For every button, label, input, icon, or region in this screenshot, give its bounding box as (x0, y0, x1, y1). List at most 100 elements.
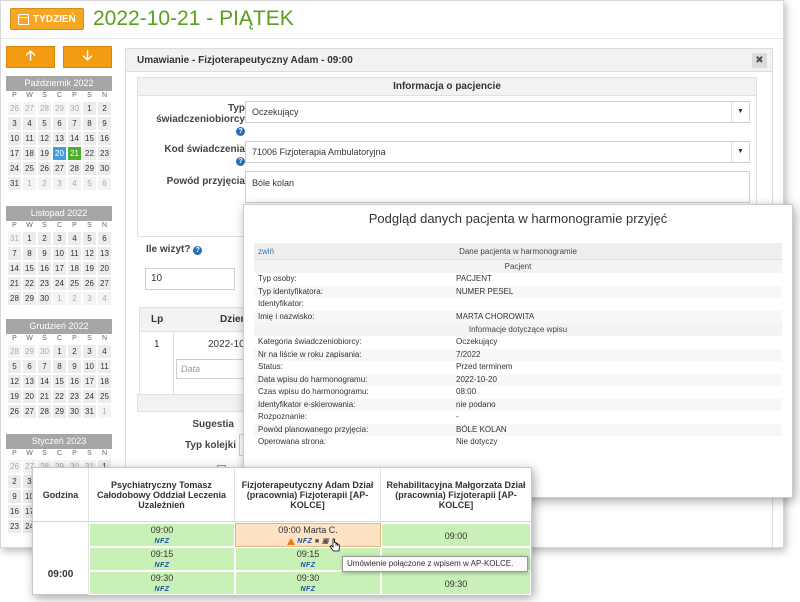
calendar-day[interactable]: 16 (97, 131, 112, 146)
calendar-day[interactable]: 26 (37, 161, 52, 176)
calendar-day[interactable]: 3 (7, 116, 22, 131)
time-slot[interactable]: 09:15 NFZ (89, 547, 235, 571)
calendar-day[interactable]: 22 (52, 389, 67, 404)
calendar-day[interactable]: 11 (67, 246, 82, 261)
calendar-day[interactable]: 13 (52, 131, 67, 146)
calendar-day[interactable]: 26 (7, 459, 22, 474)
calendar-day[interactable]: 30 (37, 291, 52, 306)
calendar-day[interactable]: 2 (67, 344, 82, 359)
calendar-day[interactable]: 25 (67, 276, 82, 291)
calendar-day[interactable]: 5 (7, 359, 22, 374)
calendar-day[interactable]: 3 (82, 344, 97, 359)
calendar-day[interactable]: 8 (22, 246, 37, 261)
calendar-day[interactable]: 15 (52, 374, 67, 389)
time-slot[interactable]: 09:30 NFZ (89, 571, 235, 595)
calendar-day[interactable]: 19 (37, 146, 52, 161)
calendar-day[interactable]: 10 (52, 246, 67, 261)
calendar-day[interactable]: 31 (7, 176, 22, 191)
calendar-day[interactable]: 22 (22, 276, 37, 291)
calendar-day[interactable]: 24 (7, 161, 22, 176)
calendar-day[interactable]: 31 (7, 231, 22, 246)
calendar-day[interactable]: 24 (82, 389, 97, 404)
calendar-day[interactable]: 7 (37, 359, 52, 374)
calendar-day[interactable]: 17 (52, 261, 67, 276)
week-view-button[interactable]: TYDZIEŃ (10, 8, 84, 30)
calendar-day[interactable]: 9 (67, 359, 82, 374)
calendar-day[interactable]: 16 (37, 261, 52, 276)
calendar-day[interactable]: 21 (7, 276, 22, 291)
calendar-day[interactable]: 20 (97, 261, 112, 276)
calendar-day[interactable]: 2 (37, 231, 52, 246)
calendar-day[interactable]: 1 (97, 404, 112, 419)
previous-button[interactable]: 🡡 (6, 46, 55, 68)
calendar-day[interactable]: 9 (97, 116, 112, 131)
calendar-day[interactable]: 23 (7, 519, 22, 534)
calendar-day[interactable]: 12 (37, 131, 52, 146)
calendar-month-title[interactable]: Styczeń 2023 (6, 434, 112, 449)
calendar-day[interactable]: 25 (22, 161, 37, 176)
calendar-day[interactable]: 6 (97, 231, 112, 246)
calendar-day[interactable]: 15 (22, 261, 37, 276)
calendar-day[interactable]: 6 (52, 116, 67, 131)
calendar-day[interactable]: 1 (22, 176, 37, 191)
calendar-day[interactable]: 1 (52, 291, 67, 306)
calendar-day[interactable]: 2 (97, 101, 112, 116)
calendar-month-title[interactable]: Listopad 2022 (6, 206, 112, 221)
help-icon[interactable]: ? (236, 127, 245, 136)
calendar-day[interactable]: 18 (67, 261, 82, 276)
calendar-day[interactable]: 3 (52, 176, 67, 191)
calendar-day[interactable]: 27 (52, 161, 67, 176)
calendar-day[interactable]: 5 (82, 176, 97, 191)
calendar-day[interactable]: 19 (82, 261, 97, 276)
time-slot[interactable]: 09:00 NFZ (89, 523, 235, 547)
calendar-day[interactable]: 14 (67, 131, 82, 146)
visits-count-input[interactable]: 10 (145, 268, 235, 290)
booked-slot[interactable]: 09:00 Marta C. NFZ ■ ▣ (235, 523, 381, 547)
calendar-day[interactable]: 23 (97, 146, 112, 161)
calendar-day[interactable]: 10 (82, 359, 97, 374)
calendar-day[interactable]: 6 (22, 359, 37, 374)
calendar-day[interactable]: 27 (97, 276, 112, 291)
calendar-day[interactable]: 26 (7, 101, 22, 116)
help-icon[interactable]: ? (193, 246, 203, 255)
admission-reason-input[interactable]: Bóle kolan (245, 171, 750, 203)
calendar-day[interactable]: 11 (22, 131, 37, 146)
calendar-day[interactable]: 12 (7, 374, 22, 389)
calendar-day[interactable]: 3 (82, 291, 97, 306)
calendar-day[interactable]: 23 (37, 276, 52, 291)
calendar-day[interactable]: 30 (37, 344, 52, 359)
calendar-day[interactable]: 4 (97, 291, 112, 306)
calendar-day[interactable]: 20 (52, 146, 67, 161)
calendar-day[interactable]: 23 (67, 389, 82, 404)
calendar-day[interactable]: 8 (82, 116, 97, 131)
calendar-day[interactable]: 5 (82, 231, 97, 246)
calendar-day[interactable]: 13 (97, 246, 112, 261)
calendar-day[interactable]: 2 (67, 291, 82, 306)
calendar-day[interactable]: 14 (7, 261, 22, 276)
calendar-day[interactable]: 26 (82, 276, 97, 291)
calendar-day[interactable]: 15 (82, 131, 97, 146)
calendar-day[interactable]: 13 (22, 374, 37, 389)
calendar-day[interactable]: 16 (7, 504, 22, 519)
close-icon[interactable]: ✖ (752, 53, 767, 68)
calendar-day[interactable]: 30 (97, 161, 112, 176)
time-slot[interactable]: 09:30 (381, 571, 531, 595)
calendar-day[interactable]: 28 (7, 344, 22, 359)
calendar-day[interactable]: 28 (37, 101, 52, 116)
calendar-day[interactable]: 29 (52, 101, 67, 116)
calendar-day[interactable]: 1 (52, 344, 67, 359)
calendar-day[interactable]: 1 (22, 231, 37, 246)
calendar-day[interactable]: 11 (97, 359, 112, 374)
calendar-day[interactable]: 4 (97, 344, 112, 359)
calendar-day[interactable]: 18 (97, 374, 112, 389)
calendar-day[interactable]: 31 (82, 404, 97, 419)
calendar-month-title[interactable]: Grudzień 2022 (6, 319, 112, 334)
calendar-day[interactable]: 14 (37, 374, 52, 389)
calendar-day[interactable]: 10 (7, 131, 22, 146)
calendar-day[interactable]: 21 (37, 389, 52, 404)
link-icon[interactable]: ▣ (320, 538, 330, 545)
calendar-day[interactable]: 17 (82, 374, 97, 389)
beneficiary-type-select[interactable]: Oczekujący ▼ (245, 101, 750, 123)
calendar-day[interactable]: 7 (67, 116, 82, 131)
collapse-link[interactable]: zwiń (258, 243, 274, 260)
